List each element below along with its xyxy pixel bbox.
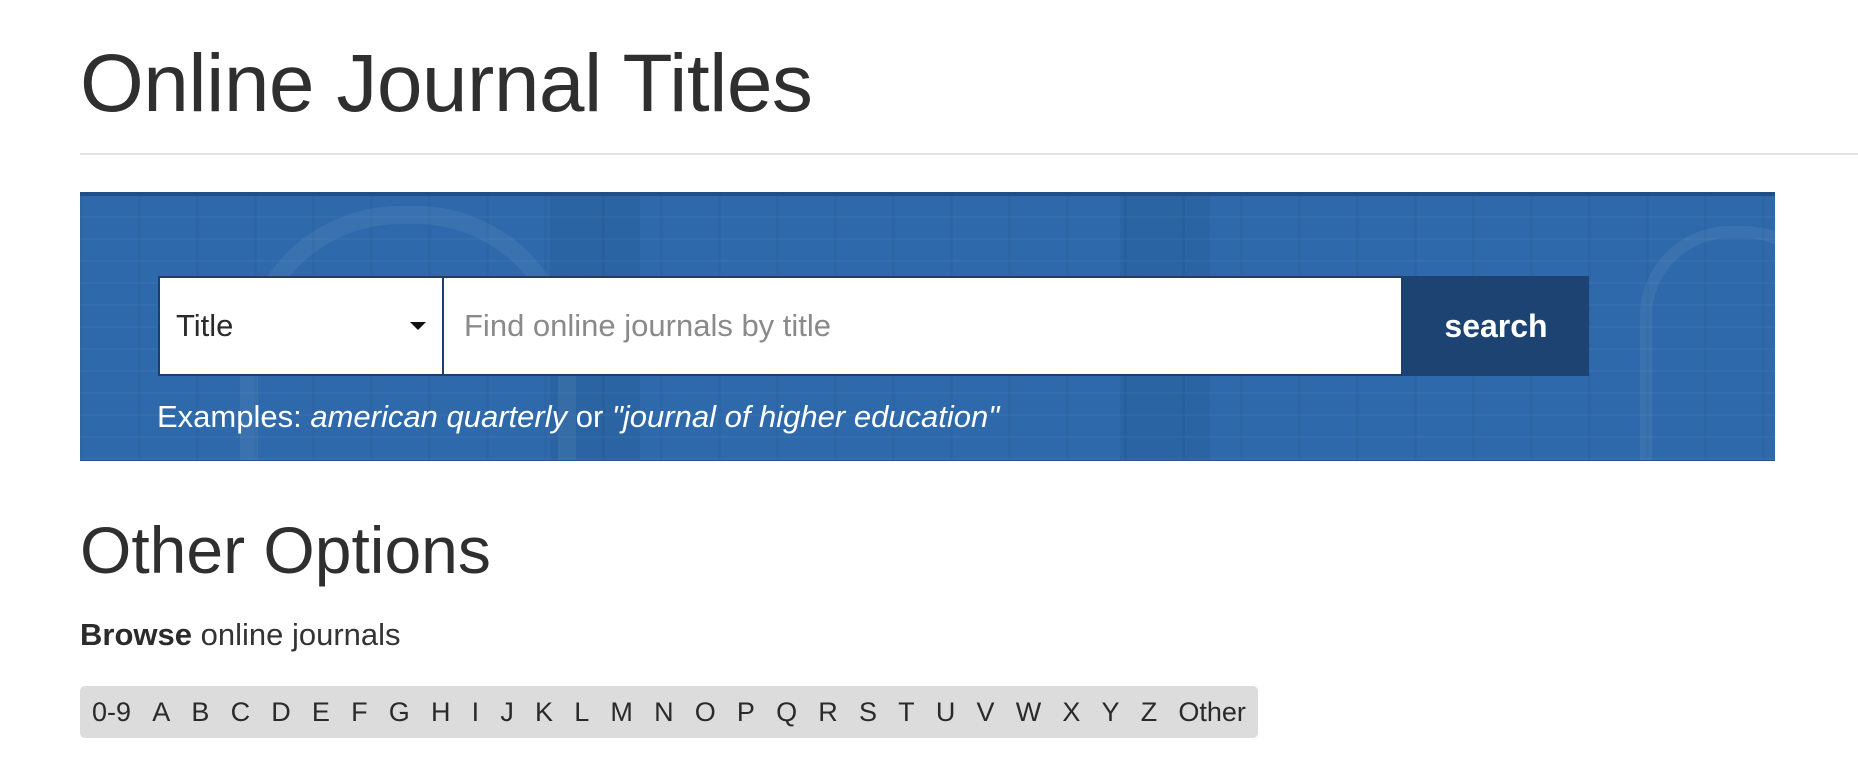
browse-letter-link[interactable]: M [610, 697, 633, 728]
examples-prefix: Examples: [157, 399, 302, 434]
browse-letter-link[interactable]: Other [1178, 697, 1246, 728]
browse-letter-link[interactable]: Q [776, 697, 797, 728]
search-examples: Examples: american quarterly or "journal… [157, 399, 999, 435]
browse-letter-link[interactable]: Z [1141, 697, 1158, 728]
browse-letter-link[interactable]: B [191, 697, 209, 728]
browse-letter-link[interactable]: E [312, 697, 330, 728]
search-panel: Title search Examples: american quarterl… [80, 192, 1775, 461]
search-button[interactable]: search [1403, 276, 1589, 376]
browse-letter-link[interactable]: D [271, 697, 291, 728]
browse-letter-link[interactable]: J [500, 697, 514, 728]
browse-letter-link[interactable]: U [936, 697, 956, 728]
example-query-link[interactable]: american quarterly [310, 399, 567, 434]
browse-letter-link[interactable]: 0-9 [92, 697, 131, 728]
browse-label-rest: online journals [200, 617, 401, 652]
browse-letter-link[interactable]: T [898, 697, 915, 728]
browse-letter-link[interactable]: V [977, 697, 995, 728]
browse-letter-link[interactable]: R [818, 697, 838, 728]
search-input[interactable] [444, 276, 1403, 376]
browse-label-bold: Browse [80, 617, 192, 652]
browse-letter-link[interactable]: L [574, 697, 589, 728]
browse-letter-link[interactable]: W [1016, 697, 1041, 728]
browse-letter-link[interactable]: O [695, 697, 716, 728]
browse-letter-link[interactable]: F [351, 697, 368, 728]
other-options-heading: Other Options [80, 513, 491, 587]
example-query-link[interactable]: "journal of higher education" [612, 399, 999, 434]
browse-letter-link[interactable]: G [389, 697, 410, 728]
caret-down-icon [410, 322, 426, 330]
browse-letter-link[interactable]: S [859, 697, 877, 728]
browse-letter-link[interactable]: X [1062, 697, 1080, 728]
browse-letter-link[interactable]: N [654, 697, 674, 728]
browse-letter-link[interactable]: C [231, 697, 251, 728]
browse-letter-bar: 0-9 A B C D E F G H I J K L M N O P Q R S T U V W X Y Z Other [80, 686, 1258, 738]
browse-label: Browse online journals [80, 617, 401, 653]
browse-letter-link[interactable]: K [535, 697, 553, 728]
browse-letter-link[interactable]: Y [1102, 697, 1120, 728]
examples-joiner: or [575, 399, 604, 434]
browse-letter-link[interactable]: P [737, 697, 755, 728]
title-divider [80, 153, 1858, 155]
page-title: Online Journal Titles [80, 38, 813, 129]
browse-letter-link[interactable]: I [472, 697, 480, 728]
search-form: Title search [158, 276, 1589, 376]
panel-background-arch [1640, 226, 1775, 460]
search-field-selected-value: Title [176, 308, 234, 343]
search-field-select[interactable]: Title [158, 276, 444, 376]
browse-letter-link[interactable]: A [152, 697, 170, 728]
browse-letter-link[interactable]: H [431, 697, 451, 728]
